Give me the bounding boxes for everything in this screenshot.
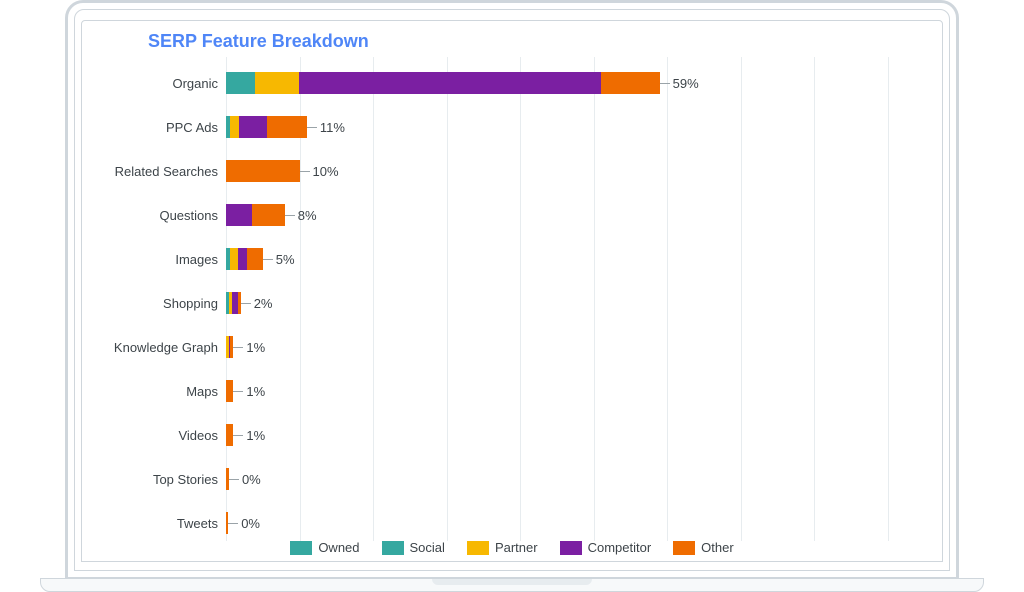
bar-segment-competitor: [299, 72, 600, 94]
legend-swatch-other: [673, 541, 695, 555]
bar-track: 11%: [226, 116, 926, 138]
y-axis-label: Tweets: [92, 516, 226, 531]
bar-segment-competitor: [238, 248, 247, 270]
bar-value-tick: [263, 259, 273, 260]
y-axis-label: Knowledge Graph: [92, 340, 226, 355]
bar-value-label: 8%: [295, 208, 317, 223]
bar-segment-competitor: [226, 204, 252, 226]
bar-segment-other: [226, 380, 233, 402]
bar-track: 1%: [226, 424, 926, 446]
bar-value-tick: [300, 171, 310, 172]
y-axis-label: Videos: [92, 428, 226, 443]
chart-title: SERP Feature Breakdown: [82, 21, 942, 54]
laptop-frame: SERP Feature Breakdown Organic 59% PPC Ads…: [65, 0, 959, 580]
legend-label: Competitor: [588, 540, 652, 555]
legend-label: Owned: [318, 540, 359, 555]
y-axis-label: Top Stories: [92, 472, 226, 487]
bar-value-tick: [233, 391, 243, 392]
chart-row: Knowledge Graph 1%: [92, 325, 926, 369]
y-axis-label: Organic: [92, 76, 226, 91]
bar-value-label: 0%: [238, 516, 260, 531]
bar-value-tick: [233, 435, 243, 436]
bar-segment-partner: [255, 72, 299, 94]
bar-segment-owned: [226, 72, 255, 94]
chart-row: Maps 1%: [92, 369, 926, 413]
chart-rows: Organic 59% PPC Ads 11% Related Searches 10% Q…: [92, 61, 926, 545]
y-axis-label: Shopping: [92, 296, 226, 311]
chart-row: Videos 1%: [92, 413, 926, 457]
bar-track: 2%: [226, 292, 926, 314]
bar-segment-partner: [230, 248, 237, 270]
bar-segment-competitor: [239, 116, 267, 138]
bar-segment-other: [267, 116, 307, 138]
legend-swatch-competitor: [560, 541, 582, 555]
legend-item-partner: Partner: [467, 540, 538, 555]
chart-row: Images 5%: [92, 237, 926, 281]
bar-value-label: 2%: [251, 296, 273, 311]
chart-row: Top Stories 0%: [92, 457, 926, 501]
bar-track: 59%: [226, 72, 926, 94]
chart-row: Shopping 2%: [92, 281, 926, 325]
bar-segment-other: [226, 160, 300, 182]
bar-value-label: 0%: [239, 472, 261, 487]
bar-segment-other: [226, 424, 233, 446]
laptop-base: [40, 578, 984, 592]
laptop-screen: SERP Feature Breakdown Organic 59% PPC Ads…: [74, 9, 950, 571]
bar-track: 8%: [226, 204, 926, 226]
legend-label: Other: [701, 540, 734, 555]
y-axis-label: Questions: [92, 208, 226, 223]
bar-segment-other: [252, 204, 285, 226]
bar-value-label: 59%: [670, 76, 699, 91]
bar-value-tick: [660, 83, 670, 84]
bar-value-label: 10%: [310, 164, 339, 179]
chart-legend: Owned Social Partner Competitor Other: [82, 540, 942, 555]
chart-row: Related Searches 10%: [92, 149, 926, 193]
bar-value-tick: [285, 215, 295, 216]
bar-value-tick: [229, 479, 239, 480]
chart-row: Tweets 0%: [92, 501, 926, 545]
y-axis-label: Related Searches: [92, 164, 226, 179]
legend-swatch-social: [382, 541, 404, 555]
legend-swatch-partner: [467, 541, 489, 555]
chart-row: Questions 8%: [92, 193, 926, 237]
bar-segment-other: [601, 72, 660, 94]
bar-track: 0%: [226, 468, 926, 490]
bar-value-label: 1%: [243, 340, 265, 355]
bar-segment-other: [247, 248, 263, 270]
bar-segment-partner: [230, 116, 239, 138]
bar-value-tick: [307, 127, 317, 128]
bar-value-tick: [228, 523, 238, 524]
bar-track: 1%: [226, 380, 926, 402]
y-axis-label: Maps: [92, 384, 226, 399]
y-axis-label: Images: [92, 252, 226, 267]
legend-item-owned: Owned: [290, 540, 359, 555]
bar-value-label: 1%: [243, 428, 265, 443]
bar-value-tick: [233, 347, 243, 348]
chart-plot: Organic 59% PPC Ads 11% Related Searches 10% Q…: [92, 61, 926, 531]
bar-value-tick: [241, 303, 251, 304]
legend-label: Partner: [495, 540, 538, 555]
chart-card: SERP Feature Breakdown Organic 59% PPC Ads…: [81, 20, 943, 562]
legend-item-social: Social: [382, 540, 445, 555]
legend-item-other: Other: [673, 540, 734, 555]
bar-track: 5%: [226, 248, 926, 270]
chart-row: PPC Ads 11%: [92, 105, 926, 149]
bar-value-label: 5%: [273, 252, 295, 267]
legend-swatch-owned: [290, 541, 312, 555]
bar-track: 1%: [226, 336, 926, 358]
bar-value-label: 11%: [317, 120, 345, 135]
y-axis-label: PPC Ads: [92, 120, 226, 135]
bar-track: 0%: [226, 512, 926, 534]
legend-item-competitor: Competitor: [560, 540, 652, 555]
bar-value-label: 1%: [243, 384, 265, 399]
chart-row: Organic 59%: [92, 61, 926, 105]
bar-track: 10%: [226, 160, 926, 182]
legend-label: Social: [410, 540, 445, 555]
